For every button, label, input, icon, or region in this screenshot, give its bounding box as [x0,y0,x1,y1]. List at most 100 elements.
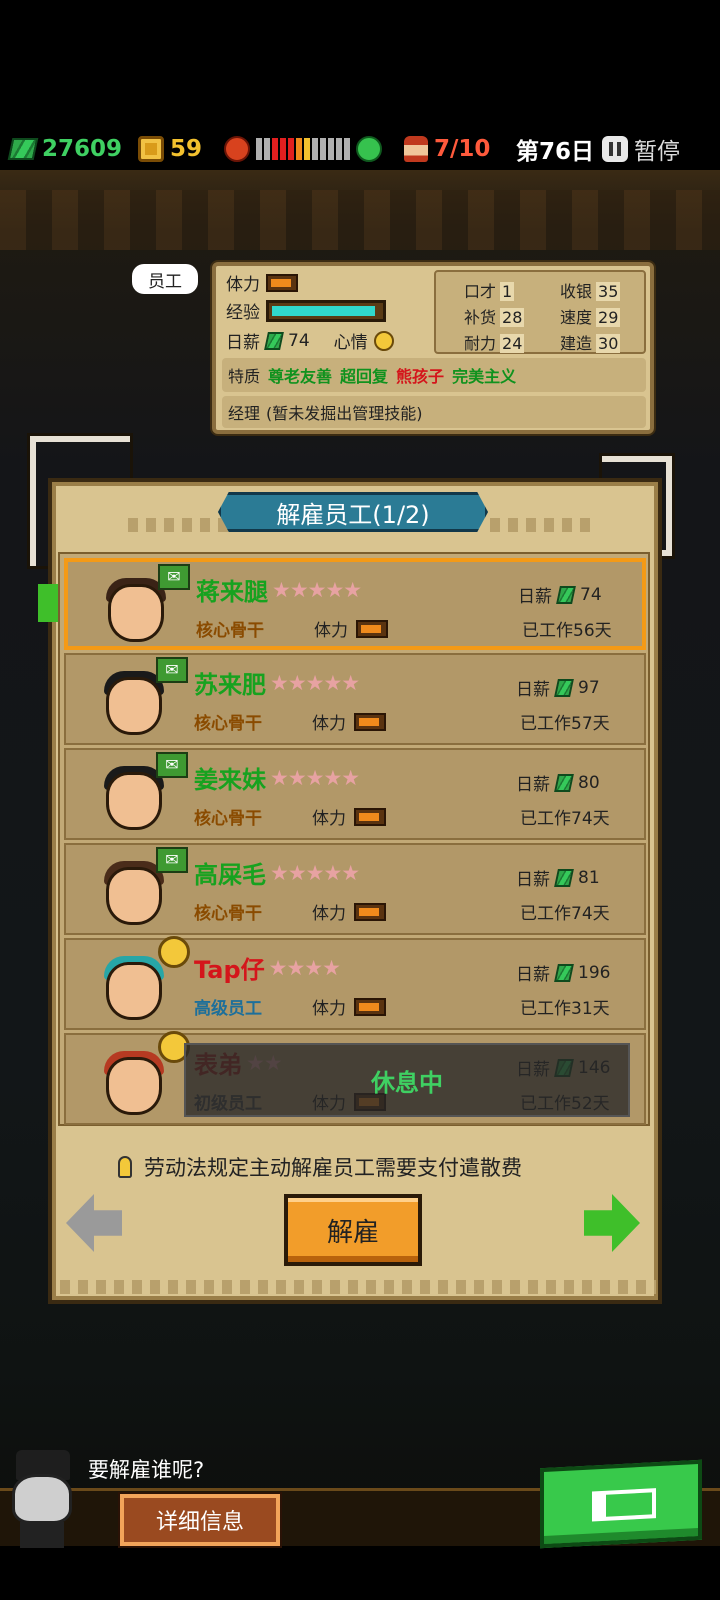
employee-name: Tap仔 ★★★★ [194,955,341,985]
money-icon [554,868,574,887]
salary-value: 74 [288,330,310,351]
employee-role: 核心骨干 [196,621,264,641]
employee-salary: 日薪 81 [516,867,600,891]
employee-stamina: 体力 [312,994,386,1019]
stamina-bar [354,807,386,826]
employee-salary: 日薪 97 [516,677,600,701]
status-bar: 27609 59 7/10 第76日 暂停 [0,128,720,170]
mood-segment [280,138,286,160]
employee-stamina: 体力 [312,899,386,924]
exp-label: 经验 [226,303,260,323]
attr-eloquence: 口才 1 [464,282,515,301]
mood-bar [256,138,350,160]
manager-text: (暂未发掘出管理技能) [266,404,423,423]
day-value: 第76日 [516,139,595,165]
pause-icon[interactable] [602,136,628,162]
star-rating: ★★★★★ [272,577,362,602]
employee-name: 苏来肥 ★★★★★ [194,670,360,700]
star-rating: ★★★★ [268,955,341,980]
decor-zigzag [124,518,230,532]
attr-speed: 速度 29 [560,308,621,327]
staff-count: 7/10 [404,136,490,162]
pause-button[interactable]: 暂停 [602,132,680,166]
employee-stamina: 体力 [314,616,388,641]
staff-count-value: 7/10 [434,136,491,162]
trait-item: 尊老友善 [268,367,333,386]
employee-days-worked: 已工作74天 [520,809,610,829]
star-rating: ★★★★★ [270,670,360,695]
stamina-label: 体力 [226,275,260,295]
money-icon [264,331,284,350]
trait-item: 超回复 [340,367,389,386]
employee-tag: 员工 [132,264,198,294]
mail-icon: ✉ [158,564,190,590]
employee-name: 高屎毛 ★★★★★ [194,860,360,890]
confirm-back-button[interactable] [540,1459,702,1549]
severance-hint: 劳动法规定主动解雇员工需要支付遣散费 [118,1152,522,1182]
return-arrow-icon [592,1488,656,1522]
star-rating: ★★★★★ [270,860,360,885]
trait-item: 熊孩子 [396,367,445,386]
mood-segment [264,138,270,160]
decor-zigzag [486,518,592,532]
star-rating: ★★★★★ [270,765,360,790]
hint-text: 劳动法规定主动解雇员工需要支付遣散费 [144,1156,522,1180]
employee-days-worked: 已工作74天 [520,904,610,924]
employee-stamina: 体力 [312,804,386,829]
employee-salary: 日薪 196 [516,962,611,986]
employee-salary: 日薪 74 [518,584,602,608]
lightbulb-icon [118,1156,132,1178]
resting-overlay: 休息中 [184,1043,630,1117]
mood-segment [336,138,342,160]
employee-role: 核心骨干 [194,714,262,734]
employee-days-worked: 已工作31天 [520,999,610,1019]
mood-segment [320,138,326,160]
neutral-face-icon [158,936,190,968]
attr-endurance: 耐力 24 [464,334,525,353]
day-counter: 第76日 [516,132,594,166]
employee-row[interactable]: ✉ 高屎毛 ★★★★★ 核心骨干 体力 日薪 81 已工作74天 [64,843,646,935]
employee-row[interactable]: ✉ 姜来妹 ★★★★★ 核心骨干 体力 日薪 80 已工作74天 [64,748,646,840]
exp-row: 经验 [226,298,386,323]
mood-segment [296,138,302,160]
employee-row[interactable]: ✉ 苏来肥 ★★★★★ 核心骨干 体力 日薪 97 已工作57天 [64,653,646,745]
pause-label[interactable]: 暂停 [634,132,680,166]
coin-display: 59 [138,136,202,162]
employee-row[interactable]: 表弟 ★★ 初级员工 体力 日薪 146 已工作52天 休息中 [64,1031,646,1125]
employee-days-worked: 已工作57天 [520,714,610,734]
angry-icon [224,136,250,162]
employee-row[interactable]: ✉ 蒋来腿 ★★★★★ 核心骨干 体力 日薪 74 已工作56天 [64,558,646,650]
employee-salary: 日薪 80 [516,772,600,796]
stamina-bar [356,619,388,638]
money-value: 27609 [42,136,123,162]
employee-role: 核心骨干 [194,809,262,829]
stamina-row: 体力 [226,270,298,295]
stamina-bar [354,997,386,1016]
mail-icon: ✉ [156,847,188,873]
detail-button[interactable]: 详细信息 [120,1494,280,1546]
employee-name: 姜来妹 ★★★★★ [194,765,360,795]
mood-segment [256,138,262,160]
attr-cashier: 收银 35 [560,282,621,301]
employee-role: 核心骨干 [194,904,262,924]
money-display: 27609 [7,136,123,162]
manager-label: 经理 [228,404,261,423]
employee-name: 蒋来腿 ★★★★★ [196,577,362,607]
employee-stat-panel: 体力 经验 日薪 74 心情 口才 1 收银 35 补货 28 速度 29 耐力 24 建… [212,262,654,434]
mood-segment [304,138,310,160]
employee-row[interactable]: Tap仔 ★★★★ 高级员工 体力 日薪 196 已工作31天 [64,936,646,1030]
fire-button[interactable]: 解雇 [284,1194,422,1266]
mood-segment [328,138,334,160]
money-icon [7,138,39,160]
stamina-bar [354,902,386,921]
mood-label: 心情 [333,333,368,353]
mood-segment [312,138,318,160]
staff-icon [404,136,428,162]
mood-segment [288,138,294,160]
salary-label: 日薪 [226,333,260,353]
customer-mood-meter [224,136,382,162]
employee-role: 高级员工 [194,999,262,1019]
employee-list[interactable]: ✉ 蒋来腿 ★★★★★ 核心骨干 体力 日薪 74 已工作56天 ✉ 苏来肥 ★… [58,552,650,1126]
money-icon [554,773,574,792]
employee-days-worked: 已工作56天 [522,621,612,641]
